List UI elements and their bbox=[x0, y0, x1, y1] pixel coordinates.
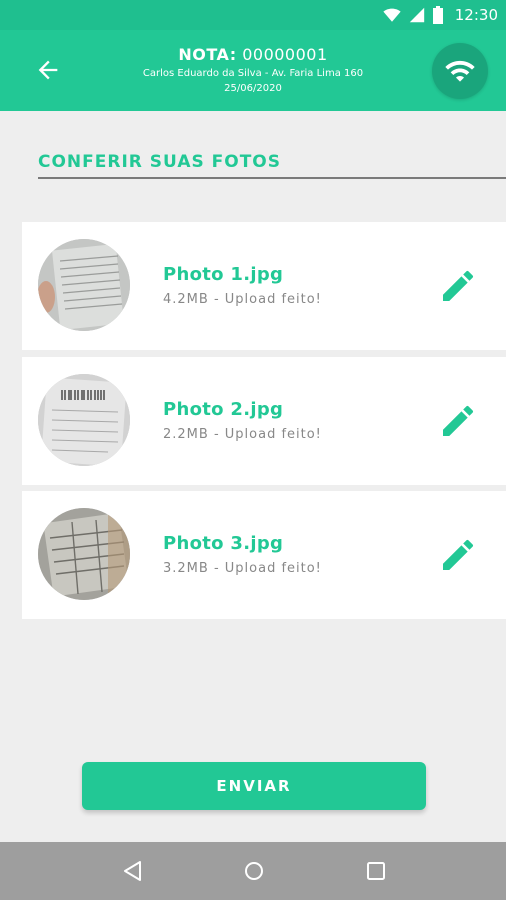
cell-signal-icon bbox=[409, 7, 424, 23]
home-circle-icon bbox=[245, 862, 263, 880]
document-photo-image bbox=[38, 239, 130, 331]
document-photo-image bbox=[38, 508, 130, 600]
app-bar: NOTA: 00000001 Carlos Eduardo da Silva -… bbox=[0, 30, 506, 111]
photo-status: 3.2MB - Upload feito! bbox=[163, 561, 322, 576]
pencil-icon bbox=[443, 270, 474, 301]
invoice-label: NOTA: bbox=[178, 45, 237, 64]
section-title: CONFERIR SUAS FOTOS bbox=[38, 152, 282, 172]
back-triangle-icon bbox=[124, 861, 141, 881]
invoice-number: NOTA: 00000001 bbox=[110, 44, 396, 66]
client-address: Carlos Eduardo da Silva - Av. Faria Lima… bbox=[142, 68, 364, 79]
photo-card-2[interactable]: Photo 2.jpg 2.2MB - Upload feito! bbox=[22, 357, 506, 485]
photo-thumbnail[interactable] bbox=[38, 374, 130, 466]
photo-status: 2.2MB - Upload feito! bbox=[163, 427, 322, 442]
wifi-icon bbox=[445, 60, 475, 82]
status-time: 12:30 bbox=[454, 6, 498, 24]
document-photo-image bbox=[38, 374, 130, 466]
photo-thumbnail[interactable] bbox=[38, 239, 130, 331]
pencil-icon bbox=[443, 539, 474, 570]
battery-icon bbox=[432, 6, 443, 24]
photo-name: Photo 2.jpg bbox=[163, 399, 284, 420]
connection-button[interactable] bbox=[432, 43, 488, 99]
photo-card-1[interactable]: Photo 1.jpg 4.2MB - Upload feito! bbox=[22, 222, 506, 350]
status-bar: 12:30 bbox=[0, 0, 506, 30]
section-divider bbox=[38, 177, 506, 179]
nav-back-button[interactable] bbox=[120, 858, 146, 884]
edit-photo-button[interactable] bbox=[438, 535, 478, 575]
nav-home-button[interactable] bbox=[241, 858, 267, 884]
photo-thumbnail[interactable] bbox=[38, 508, 130, 600]
edit-photo-button[interactable] bbox=[438, 401, 478, 441]
navigation-bar bbox=[0, 842, 506, 900]
status-icons: 12:30 bbox=[383, 0, 498, 30]
wifi-icon bbox=[383, 8, 401, 22]
edit-photo-button[interactable] bbox=[438, 266, 478, 306]
photo-name: Photo 3.jpg bbox=[163, 533, 284, 554]
back-button[interactable] bbox=[34, 56, 62, 84]
header-info: NOTA: 00000001 Carlos Eduardo da Silva -… bbox=[110, 44, 396, 96]
photo-card-3[interactable]: Photo 3.jpg 3.2MB - Upload feito! bbox=[22, 491, 506, 619]
pencil-icon bbox=[443, 405, 474, 436]
photo-status: 4.2MB - Upload feito! bbox=[163, 292, 322, 307]
arrow-back-icon bbox=[38, 60, 58, 80]
invoice-value: 00000001 bbox=[242, 45, 328, 64]
send-button[interactable]: ENVIAR bbox=[82, 762, 426, 810]
nav-recents-button[interactable] bbox=[363, 858, 389, 884]
photo-name: Photo 1.jpg bbox=[163, 264, 284, 285]
invoice-date: 25/06/2020 bbox=[224, 83, 282, 94]
recents-square-icon bbox=[367, 862, 385, 880]
